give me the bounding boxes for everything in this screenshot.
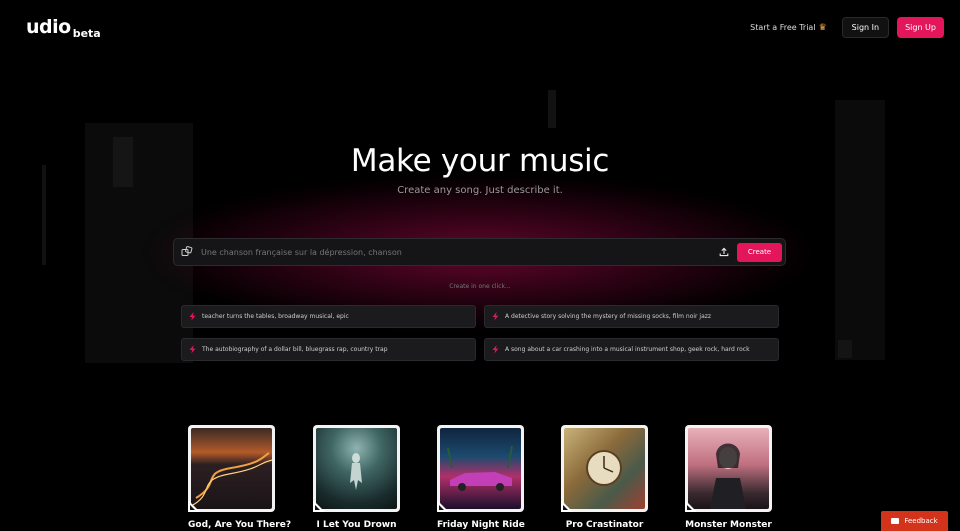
cover-corner-tag <box>313 500 325 512</box>
suggestion-text: A song about a car crashing into a music… <box>505 346 750 353</box>
logo-beta-badge: beta <box>72 27 101 40</box>
track-card[interactable]: Pro Crastinator <box>561 425 648 530</box>
background-panel <box>838 340 852 358</box>
album-cover <box>191 428 272 509</box>
suggestion-chip[interactable]: A song about a car crashing into a music… <box>484 338 779 361</box>
cover-corner-tag <box>561 500 573 512</box>
cover-frame <box>685 425 772 512</box>
track-title: Friday Night Ride <box>437 520 525 530</box>
background-panel <box>42 165 46 265</box>
prompt-input[interactable] <box>201 247 719 257</box>
suggestion-text: A detective story solving the mystery of… <box>505 313 712 320</box>
cover-corner-tag <box>685 500 697 512</box>
suggestion-text: teacher turns the tables, broadway music… <box>202 313 349 320</box>
sign-in-button[interactable]: Sign In <box>841 17 890 38</box>
suggestion-chip[interactable]: teacher turns the tables, broadway music… <box>181 305 476 328</box>
track-title: God, Are You There? <box>188 520 292 530</box>
one-click-label: Create in one click... <box>449 283 511 290</box>
track-card[interactable]: I Let You Drown <box>313 425 400 530</box>
cover-corner-tag <box>437 500 449 512</box>
suggestion-chip[interactable]: A detective story solving the mystery of… <box>484 305 779 328</box>
bolt-icon <box>491 345 500 354</box>
background-panel <box>835 100 885 360</box>
album-cover <box>440 428 521 509</box>
cover-frame <box>313 425 400 512</box>
prompt-bar: Create <box>173 238 786 266</box>
suggestion-text: The autobiography of a dollar bill, blue… <box>202 346 388 353</box>
chat-icon <box>891 518 900 524</box>
dice-icon[interactable] <box>181 246 193 258</box>
crown-icon: ♛ <box>818 22 827 33</box>
track-card[interactable]: God, Are You There? <box>188 425 292 530</box>
cover-frame <box>188 425 275 512</box>
sign-up-button[interactable]: Sign Up <box>897 17 944 38</box>
bolt-icon <box>188 345 197 354</box>
album-cover <box>316 428 397 509</box>
upload-icon[interactable] <box>719 247 729 257</box>
logo-wordmark: udio <box>26 16 71 38</box>
background-panel <box>548 90 556 128</box>
create-button[interactable]: Create <box>737 242 782 262</box>
udio-logo[interactable]: udio beta <box>26 16 101 40</box>
track-card[interactable]: Monster Monster <box>685 425 772 530</box>
feedback-label: Feedback <box>904 517 938 525</box>
cover-frame <box>561 425 648 512</box>
album-cover <box>564 428 645 509</box>
album-cover <box>688 428 769 509</box>
free-trial-link[interactable]: Start a Free Trial ♛ <box>750 23 826 33</box>
track-card[interactable]: Friday Night Ride <box>437 425 525 530</box>
suggestion-chip[interactable]: The autobiography of a dollar bill, blue… <box>181 338 476 361</box>
track-title: I Let You Drown <box>316 520 397 530</box>
feedback-button[interactable]: Feedback <box>881 511 948 531</box>
page-title: Make your music <box>350 143 610 179</box>
bolt-icon <box>188 312 197 321</box>
cover-frame <box>437 425 524 512</box>
cover-corner-tag <box>188 500 200 512</box>
header-actions: Start a Free Trial ♛ Sign In Sign Up <box>750 17 944 38</box>
track-title: Pro Crastinator <box>565 520 644 530</box>
track-title: Monster Monster <box>685 520 772 530</box>
page-subtitle: Create any song. Just describe it. <box>397 185 563 196</box>
free-trial-label: Start a Free Trial <box>750 23 816 32</box>
bolt-icon <box>491 312 500 321</box>
